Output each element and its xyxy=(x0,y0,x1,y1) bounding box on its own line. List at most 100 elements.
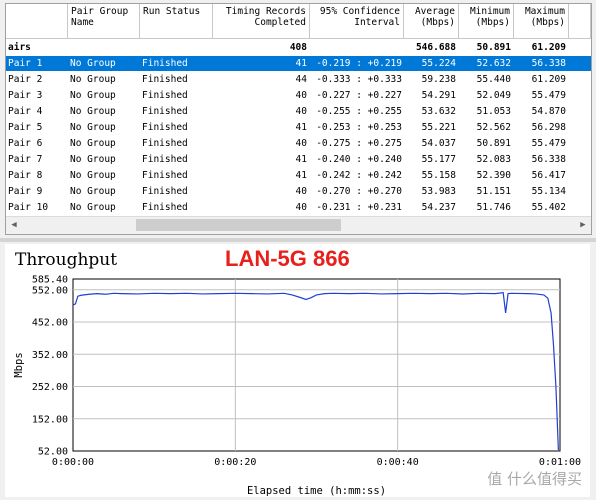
cell-records: 408 xyxy=(289,42,307,53)
table-row[interactable]: Pair 8 No Group Finished 41 -0.242 : +0.242 5… xyxy=(6,168,591,183)
col-header-minimum[interactable]: Minimum (Mbps) xyxy=(459,4,514,39)
cell-records: 41 xyxy=(295,154,307,165)
cell-status: Finished xyxy=(142,202,188,213)
x-tick-label: 0:00:00 xyxy=(52,457,94,468)
cell-records: 41 xyxy=(295,122,307,133)
cell-records: 41 xyxy=(295,170,307,181)
cell-average: 59.238 xyxy=(421,74,456,85)
cell-minimum: 51.053 xyxy=(476,106,511,117)
table-row[interactable]: Pair 2 No Group Finished 44 -0.333 : +0.333 5… xyxy=(6,72,591,87)
table-row[interactable]: Pair 5 No Group Finished 41 -0.253 : +0.253 5… xyxy=(6,120,591,135)
cell-group: No Group xyxy=(70,90,116,101)
scroll-left-icon[interactable]: ◀ xyxy=(8,219,20,231)
col-header-average[interactable]: Average (Mbps) xyxy=(404,4,459,39)
cell-minimum: 50.891 xyxy=(476,42,511,53)
cell-pair: Pair 7 xyxy=(8,154,43,165)
cell-average: 54.291 xyxy=(421,90,456,101)
x-tick-label: 0:00:40 xyxy=(377,457,419,468)
col-header-ci-text: 95% Confidence Interval xyxy=(319,6,400,28)
horizontal-scrollbar[interactable]: ◀ ▶ xyxy=(6,216,591,234)
col-header-group[interactable]: Pair Group Name xyxy=(68,4,140,39)
cell-ci: -0.242 : +0.242 xyxy=(316,170,402,181)
cell-ci: -0.231 : +0.231 xyxy=(316,202,402,213)
table-row[interactable]: Pair 7 No Group Finished 41 -0.240 : +0.240 5… xyxy=(6,152,591,167)
cell-status: Finished xyxy=(142,186,188,197)
cell-average: 55.177 xyxy=(421,154,456,165)
y-tick-label: 352.00 xyxy=(32,350,68,361)
table-total-row[interactable]: airs 408 546.688 50.891 61.209 xyxy=(6,40,591,55)
plot-area xyxy=(72,278,561,452)
y-axis-label: Mbps xyxy=(13,352,25,377)
cell-average: 53.983 xyxy=(421,186,456,197)
y-tick-label: 585.40 xyxy=(32,275,68,286)
watermark: 值 什么值得买 xyxy=(487,470,582,488)
cell-status: Finished xyxy=(142,170,188,181)
cell-status xyxy=(142,40,214,55)
cell-maximum: 55.479 xyxy=(531,90,566,101)
cell-pair: Pair 10 xyxy=(8,202,49,213)
cell-maximum: 55.402 xyxy=(531,202,566,213)
col-header-records-text: Timing Records Completed xyxy=(225,6,306,28)
scrollbar-thumb[interactable] xyxy=(136,219,341,231)
cell-average: 546.688 xyxy=(415,42,456,53)
col-header-maximum[interactable]: Maximum (Mbps) xyxy=(514,4,569,39)
table-row[interactable]: Pair 10 No Group Finished 40 -0.231 : +0.231… xyxy=(6,200,591,215)
col-header-pair[interactable] xyxy=(6,4,68,39)
cell-ci: -0.219 : +0.219 xyxy=(316,58,402,69)
cell-pair: Pair 6 xyxy=(8,138,43,149)
cell-pair: Pair 2 xyxy=(8,74,43,85)
cell-records: 40 xyxy=(295,138,307,149)
cell-ci: -0.275 : +0.275 xyxy=(316,138,402,149)
cell-group: No Group xyxy=(70,138,116,149)
cell-minimum: 52.632 xyxy=(476,58,511,69)
cell-ci xyxy=(306,40,402,55)
scroll-right-icon[interactable]: ▶ xyxy=(577,219,589,231)
cell-status: Finished xyxy=(142,106,188,117)
col-header-more[interactable] xyxy=(569,4,591,39)
col-header-status[interactable]: Run Status xyxy=(140,4,213,39)
cell-maximum: 56.298 xyxy=(531,122,566,133)
cell-pair: Pair 8 xyxy=(8,170,43,181)
table-row[interactable]: Pair 1 No Group Finished 41 -0.219 : +0.219 5… xyxy=(6,56,591,71)
cell-pair: Pair 9 xyxy=(8,186,43,197)
table-row[interactable]: Pair 3 No Group Finished 40 -0.227 : +0.227 5… xyxy=(6,88,591,103)
cell-maximum: 56.338 xyxy=(531,154,566,165)
cell-pair: Pair 4 xyxy=(8,106,43,117)
throughput-chart: 0:00:00 0:00:20 0:00:40 0:01:00 585.40552.00… xyxy=(13,275,581,498)
cell-group: No Group xyxy=(70,74,116,85)
cell-maximum: 61.209 xyxy=(531,74,566,85)
cell-average: 54.037 xyxy=(421,138,456,149)
table-row[interactable]: Pair 4 No Group Finished 40 -0.255 : +0.255 5… xyxy=(6,104,591,119)
col-header-minimum-text: Minimum (Mbps) xyxy=(469,6,510,28)
cell-minimum: 52.049 xyxy=(476,90,511,101)
x-axis-label: Elapsed time (h:mm:ss) xyxy=(247,485,386,497)
cell-maximum: 55.134 xyxy=(531,186,566,197)
cell-average: 54.237 xyxy=(421,202,456,213)
y-tick-label: 52.00 xyxy=(38,447,68,458)
cell-maximum: 56.338 xyxy=(531,58,566,69)
cell-records: 44 xyxy=(295,74,307,85)
cell-group: No Group xyxy=(70,202,116,213)
cell-maximum: 56.417 xyxy=(531,170,566,181)
table-row[interactable]: Pair 6 No Group Finished 40 -0.275 : +0.275 5… xyxy=(6,136,591,151)
cell-minimum: 52.390 xyxy=(476,170,511,181)
cell-pair: Pair 3 xyxy=(8,90,43,101)
table-row[interactable]: Pair 9 No Group Finished 40 -0.270 : +0.270 5… xyxy=(6,184,591,199)
cell-records: 40 xyxy=(295,186,307,197)
col-header-records[interactable]: Timing Records Completed xyxy=(213,4,310,39)
cell-status: Finished xyxy=(142,58,188,69)
cell-group: No Group xyxy=(70,186,116,197)
cell-status: Finished xyxy=(142,122,188,133)
cell-average: 55.224 xyxy=(421,58,456,69)
cell-ci: -0.253 : +0.253 xyxy=(316,122,402,133)
cell-ci: -0.240 : +0.240 xyxy=(316,154,402,165)
cell-pair: airs xyxy=(8,42,31,53)
cell-status: Finished xyxy=(142,138,188,149)
cell-status: Finished xyxy=(142,74,188,85)
col-header-ci[interactable]: 95% Confidence Interval xyxy=(310,4,404,39)
panel-splitter[interactable] xyxy=(0,238,596,242)
cell-group: No Group xyxy=(70,170,116,181)
cell-records: 40 xyxy=(295,202,307,213)
cell-ci: -0.255 : +0.255 xyxy=(316,106,402,117)
cell-minimum: 51.151 xyxy=(476,186,511,197)
